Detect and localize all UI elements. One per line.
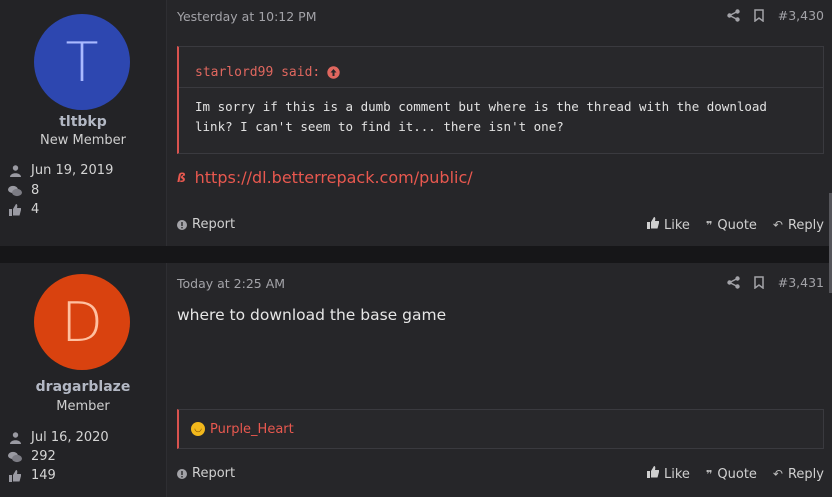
messages-count: 292	[31, 449, 56, 464]
messages-stat: 8	[8, 183, 39, 198]
messages-stat: 292	[8, 449, 56, 464]
comments-icon	[8, 450, 22, 464]
quote-label: Quote	[717, 217, 757, 233]
reactions-bar[interactable]: ◡ Purple_Heart	[177, 409, 824, 449]
quote-button[interactable]: ❞ Quote	[706, 467, 757, 482]
reply-button[interactable]: ↶ Reply	[773, 467, 824, 482]
bookmark-icon[interactable]	[753, 276, 764, 289]
reactions-stat: 4	[8, 202, 39, 217]
report-label: Report	[192, 217, 236, 232]
reply-label: Reply	[787, 466, 824, 482]
post-body: Today at 2:25 AM #3,431 where to downloa…	[167, 263, 832, 497]
reactions-stat: 149	[8, 468, 56, 483]
joined-stat: Jul 16, 2020	[8, 430, 109, 445]
post-actions: Like ❞ Quote ↶ Reply	[631, 466, 824, 482]
report-button[interactable]: Report	[177, 217, 235, 232]
share-icon[interactable]	[727, 9, 740, 22]
bookmark-icon[interactable]	[753, 9, 764, 22]
post-date[interactable]: Yesterday at 10:12 PM	[177, 9, 317, 24]
post-number[interactable]: #3,431	[778, 275, 824, 290]
reply-icon: ↶	[772, 467, 783, 481]
thumbs-up-icon	[647, 466, 660, 482]
user-icon	[8, 431, 22, 445]
arrow-up-circle-icon[interactable]	[327, 65, 340, 79]
post-3430: T tltbkp New Member Jun 19, 2019 8 4 Yes…	[0, 0, 832, 246]
like-label: Like	[664, 466, 690, 482]
joined-date: Jun 19, 2019	[31, 163, 114, 178]
quote-text: Im sorry if this is a dumb comment but w…	[195, 99, 767, 134]
quote-block: starlord99 said: Im sorry if this is a d…	[177, 46, 824, 154]
post-number[interactable]: #3,430	[778, 8, 824, 23]
reactions-count: 4	[31, 202, 40, 217]
user-sidebar: D dragarblaze Member Jul 16, 2020 292 14…	[0, 263, 167, 497]
link-line: ß https://dl.betterrepack.com/public/	[177, 168, 473, 187]
like-button[interactable]: Like	[647, 466, 690, 482]
like-button[interactable]: Like	[647, 217, 690, 233]
report-icon	[177, 219, 187, 230]
avatar[interactable]: T	[34, 14, 130, 110]
quote-label: Quote	[717, 466, 757, 482]
laugh-emoji-icon: ◡	[191, 422, 205, 436]
reactions-count: 149	[31, 468, 56, 483]
quote-author[interactable]: starlord99 said:	[195, 65, 320, 80]
username[interactable]: tltbkp	[0, 114, 166, 130]
thumbs-up-icon	[647, 217, 660, 233]
quote-header[interactable]: starlord99 said:	[179, 47, 823, 88]
report-button[interactable]: Report	[177, 466, 235, 481]
share-icon[interactable]	[727, 276, 740, 289]
report-label: Report	[192, 466, 236, 481]
comments-icon	[8, 184, 22, 198]
messages-count: 8	[31, 183, 40, 198]
like-label: Like	[664, 217, 690, 233]
reply-label: Reply	[787, 217, 824, 233]
post-text: where to download the base game	[177, 306, 447, 324]
user-icon	[8, 164, 22, 178]
joined-stat: Jun 19, 2019	[8, 163, 113, 178]
reply-button[interactable]: ↶ Reply	[773, 218, 824, 233]
user-title: New Member	[40, 133, 126, 148]
post-divider	[0, 246, 832, 263]
reply-icon: ↶	[772, 218, 783, 232]
quote-icon: ❞	[705, 467, 713, 481]
link-icon: ß	[177, 170, 186, 185]
report-icon	[177, 468, 187, 479]
post-tools: #3,430	[713, 8, 824, 23]
joined-date: Jul 16, 2020	[31, 430, 109, 445]
reaction-user[interactable]: Purple_Heart	[210, 422, 294, 437]
avatar[interactable]: D	[34, 274, 130, 370]
user-sidebar: T tltbkp New Member Jun 19, 2019 8 4	[0, 0, 167, 246]
user-title: Member	[56, 399, 110, 414]
quote-button[interactable]: ❞ Quote	[706, 218, 757, 233]
post-actions: Like ❞ Quote ↶ Reply	[631, 217, 824, 233]
download-link[interactable]: https://dl.betterrepack.com/public/	[195, 168, 473, 187]
thumbs-up-icon	[8, 469, 22, 483]
post-tools: #3,431	[713, 275, 824, 290]
post-date[interactable]: Today at 2:25 AM	[177, 276, 285, 291]
quote-icon: ❞	[705, 218, 713, 232]
post-body: Yesterday at 10:12 PM #3,430 starlord99 …	[167, 0, 832, 246]
username[interactable]: dragarblaze	[0, 379, 166, 395]
thumbs-up-icon	[8, 203, 22, 217]
post-3431: D dragarblaze Member Jul 16, 2020 292 14…	[0, 263, 832, 497]
